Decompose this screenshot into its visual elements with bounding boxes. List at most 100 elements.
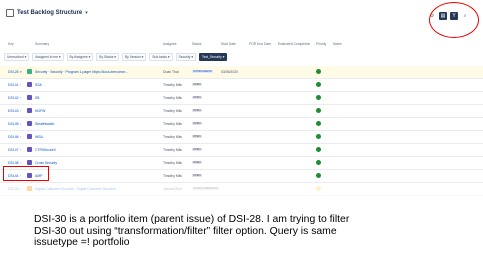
status-badge[interactable]: OPEN <box>192 109 202 112</box>
table-row[interactable]: DSI-42 › SB Timothy Mitc OPEN <box>0 92 483 105</box>
issue-assignee: Timothy Mitc <box>163 83 183 87</box>
issue-key[interactable]: DSI-46 <box>8 135 19 139</box>
chevron-right-icon[interactable]: › <box>20 122 21 126</box>
status-badge[interactable]: OPEN <box>192 96 202 99</box>
table-row[interactable]: DSI-45 › Stealthwatch Timothy Mitc OPEN <box>0 118 483 131</box>
issue-assignee: Timothy Mitc <box>163 109 183 113</box>
table-row-portfolio[interactable]: DSI-30 › Digital Customer Success · Digi… <box>0 183 483 196</box>
issue-key[interactable]: DSI-30 <box>8 187 19 191</box>
column-due-date[interactable]: POR Due Date <box>249 42 271 46</box>
issue-summary[interactable]: WSA <box>35 135 43 139</box>
issue-assignee: Doan Thai <box>163 70 179 74</box>
filter-test-security[interactable]: Test_Security ▾ <box>199 53 228 61</box>
issue-key[interactable]: DSI-41 <box>8 83 19 87</box>
portfolio-issue-icon <box>27 186 32 191</box>
priority-dot-icon <box>316 186 321 191</box>
caption-text: DSI-30 is a portfolio item (parent issue… <box>34 214 474 249</box>
priority-dot-icon <box>316 134 321 139</box>
priority-dot-icon <box>316 160 321 165</box>
structure-icon <box>6 9 14 17</box>
filter-by-version[interactable]: By Version ▾ <box>121 53 147 61</box>
status-badge[interactable]: OPEN <box>192 83 202 86</box>
column-priority[interactable]: Priority <box>316 42 326 46</box>
feature-issue-icon <box>27 95 32 100</box>
issue-assignee: Timothy Mitc <box>163 96 183 100</box>
feature-issue-icon <box>27 108 32 113</box>
structure-title[interactable]: Test Backlog Structure <box>17 10 82 16</box>
column-assignee[interactable]: Assignee <box>163 42 177 46</box>
filter-by-assignee[interactable]: By Assignee ▾ <box>66 53 94 61</box>
chevron-down-icon[interactable]: ▾ <box>85 10 88 16</box>
table-row[interactable]: DSI-46 › WSA Timothy Mitc OPEN <box>0 131 483 144</box>
chevron-down-icon[interactable]: ▾ <box>20 70 22 74</box>
filter-unresolved[interactable]: Unresolved ▾ <box>4 53 30 61</box>
annotation-circle <box>429 2 479 38</box>
priority-dot-icon <box>316 147 321 152</box>
parent-issue-icon <box>27 69 32 74</box>
status-badge[interactable]: OPEN <box>192 161 202 164</box>
issue-key[interactable]: DSI-47 <box>8 148 19 152</box>
issue-assignee: Timothy Mitc <box>163 135 183 139</box>
feature-issue-icon <box>27 82 32 87</box>
issue-summary[interactable]: Digital Customer Success · Digital Custo… <box>35 187 116 191</box>
chevron-right-icon[interactable]: › <box>20 109 21 113</box>
status-badge[interactable]: OPEN <box>192 148 202 151</box>
issue-key[interactable]: DSI-28 <box>8 70 19 74</box>
issue-key[interactable]: DSI-45 <box>8 122 19 126</box>
issue-assignee: Timothy Mitc <box>163 174 183 178</box>
chevron-right-icon[interactable]: › <box>20 161 21 165</box>
issue-summary[interactable]: NGFW <box>35 109 45 113</box>
chevron-right-icon[interactable]: › <box>20 187 21 191</box>
issue-summary[interactable]: Stealthwatch <box>35 122 54 126</box>
chevron-right-icon[interactable]: › <box>20 96 21 100</box>
feature-issue-icon <box>27 121 32 126</box>
issue-summary[interactable]: SSA <box>35 83 42 87</box>
filter-sub-tasks[interactable]: Sub-tasks ▾ <box>149 53 173 61</box>
issue-assignee: Jessica Bhor <box>163 187 183 191</box>
issue-key[interactable]: DSI-42 <box>8 96 19 100</box>
issue-grid: DSI-28 ▾ Security · Security · Program 1… <box>0 66 483 196</box>
status-badge[interactable]: OPEN <box>192 135 202 138</box>
table-row[interactable]: DSI-44 › AMP Timothy Mitc OPEN <box>0 170 483 183</box>
status-badge[interactable]: IN PROGRESS <box>192 70 213 73</box>
status-badge[interactable]: OPEN <box>192 122 202 125</box>
priority-dot-icon <box>316 121 321 126</box>
column-status[interactable]: Status <box>192 42 201 46</box>
chevron-right-icon[interactable]: › <box>20 135 21 139</box>
column-notes[interactable]: Notes <box>333 42 342 46</box>
table-row[interactable]: DSI-47 › CTR/SecureX Timothy Mitc OPEN <box>0 144 483 157</box>
column-summary[interactable]: Summary <box>35 42 49 46</box>
status-badge[interactable]: OPEN <box>192 174 202 177</box>
table-row[interactable]: DSI-43 › NGFW Timothy Mitc OPEN <box>0 105 483 118</box>
issue-summary[interactable]: SB <box>35 96 40 100</box>
filter-assigned-to-me[interactable]: Assigned to me ▾ <box>32 53 64 61</box>
structure-title-bar: Test Backlog Structure ▾ <box>6 9 88 17</box>
table-row[interactable]: DSI-38 › Cross Security Timothy Mitc OPE… <box>0 157 483 170</box>
issue-summary[interactable]: Security · Security · Program 1-pager ht… <box>35 70 128 74</box>
issue-summary[interactable]: CTR/SecureX <box>35 148 56 152</box>
issue-assignee: Timothy Mitc <box>163 148 183 152</box>
feature-issue-icon <box>27 147 32 152</box>
table-row[interactable]: DSI-41 › SSA Timothy Mitc OPEN <box>0 79 483 92</box>
issue-assignee: Timothy Mitc <box>163 122 183 126</box>
priority-dot-icon <box>316 173 321 178</box>
annotation-box <box>3 166 49 181</box>
filter-by-status[interactable]: By Status ▾ <box>96 53 119 61</box>
table-row[interactable]: DSI-28 ▾ Security · Security · Program 1… <box>0 66 483 79</box>
status-badge[interactable]: IN REQUIREMENTS <box>192 187 220 190</box>
column-header-row: Key Summary Assignee Status Start Date P… <box>0 40 483 48</box>
column-key[interactable]: Key <box>8 42 14 46</box>
filter-toolbar: Unresolved ▾ Assigned to me ▾ By Assigne… <box>4 53 228 61</box>
filter-security[interactable]: Security ▾ <box>175 53 197 61</box>
chevron-right-icon[interactable]: › <box>20 83 21 87</box>
caption-line: DSI-30 is a portfolio item (parent issue… <box>34 214 350 225</box>
priority-dot-icon <box>316 108 321 113</box>
chevron-right-icon[interactable]: › <box>20 148 21 152</box>
issue-start-date: 03/06/2020 <box>221 70 238 74</box>
column-estimated-completion[interactable]: Estimated Completion <box>278 42 310 46</box>
issue-summary[interactable]: Cross Security <box>35 161 57 165</box>
issue-assignee: Timothy Mitc <box>163 161 183 165</box>
issue-key[interactable]: DSI-43 <box>8 109 19 113</box>
column-start-date[interactable]: Start Date <box>221 42 236 46</box>
issue-key[interactable]: DSI-38 <box>8 161 19 165</box>
